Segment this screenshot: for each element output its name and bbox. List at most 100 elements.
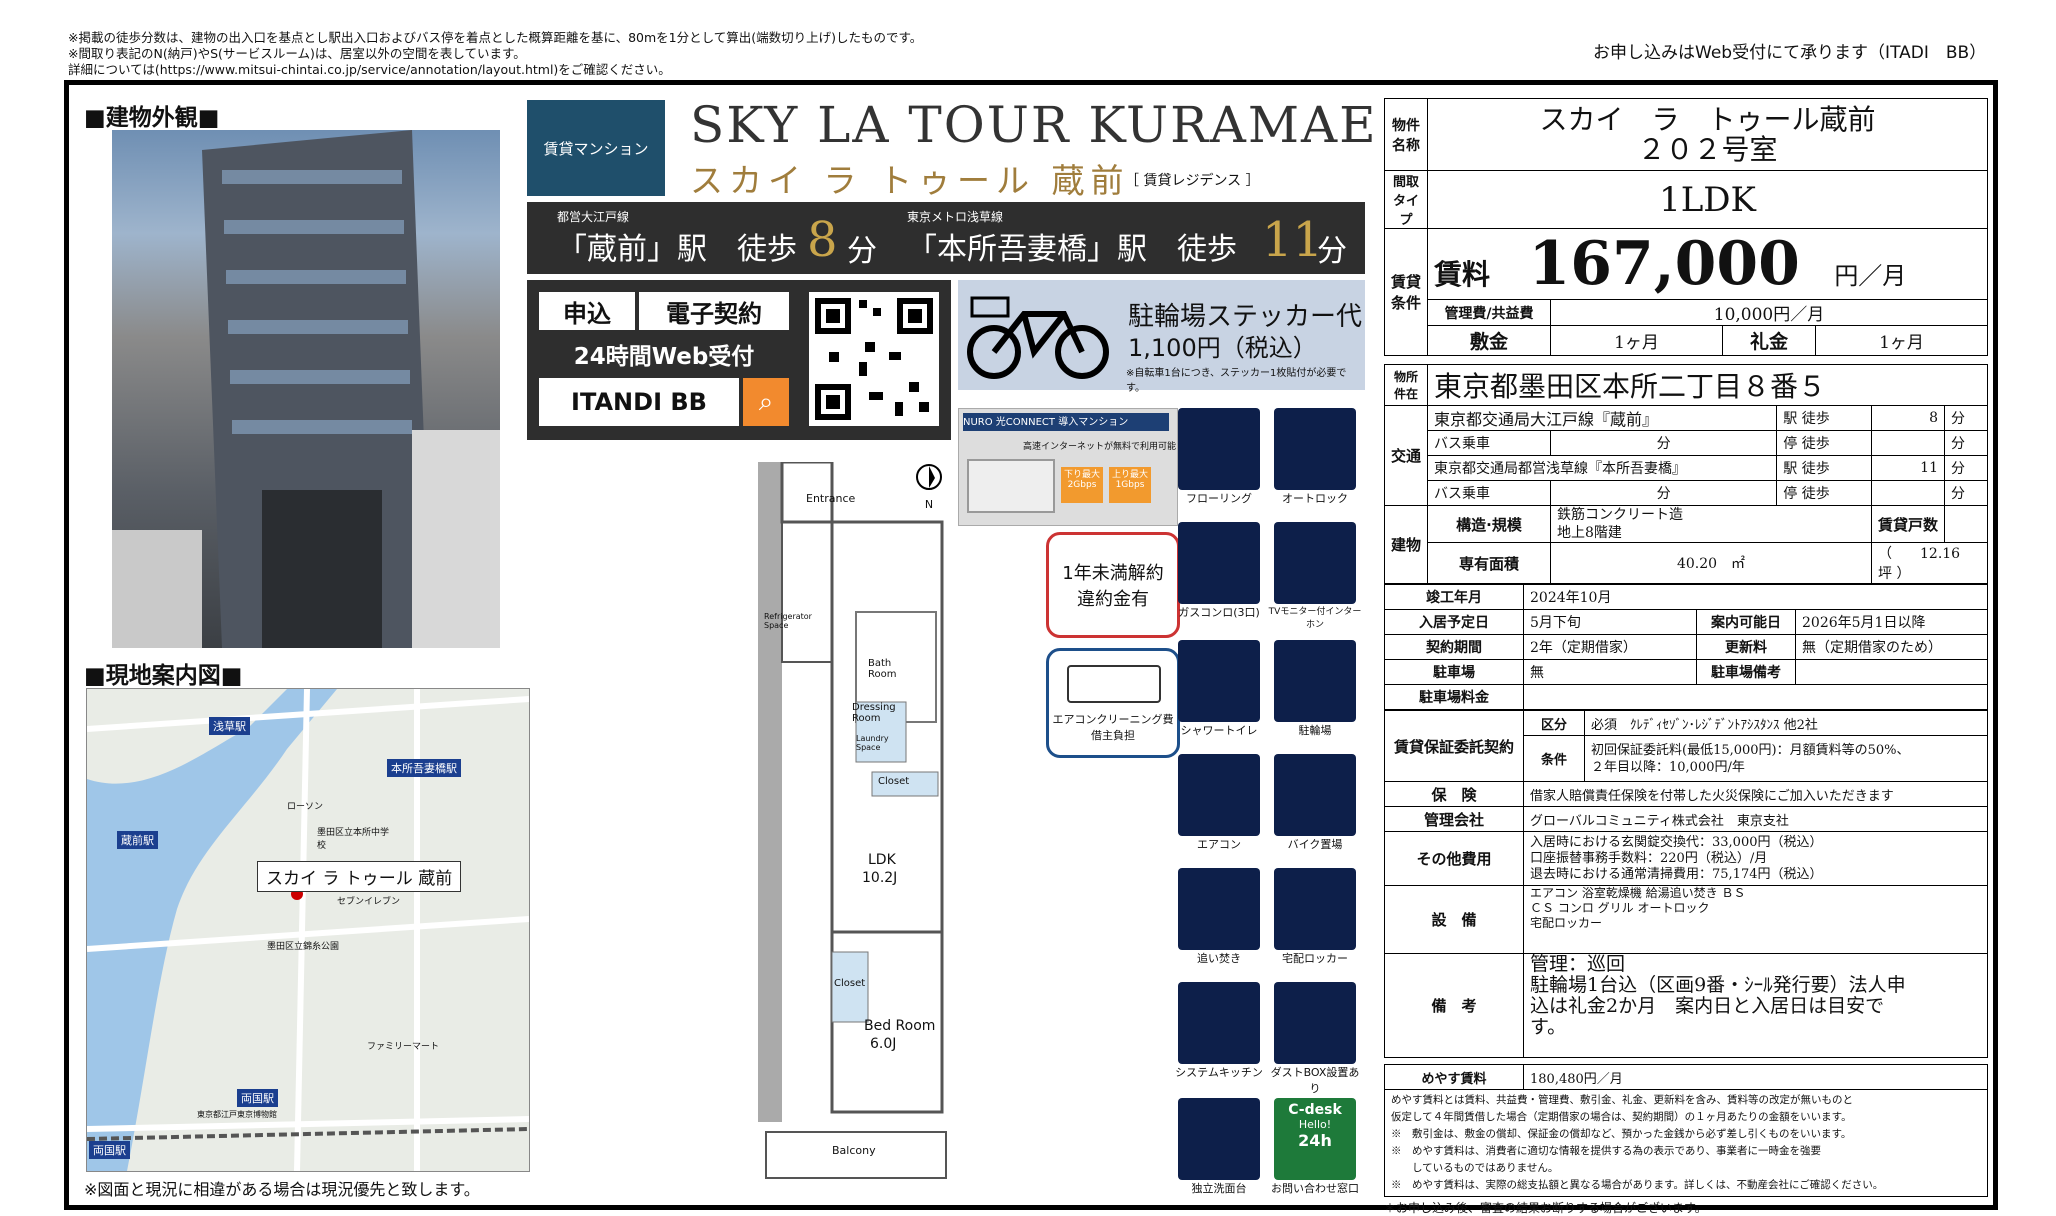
parking-note-label: 駐車場備考 bbox=[1696, 659, 1796, 685]
yasu-label: めやす賃料 bbox=[1384, 1064, 1524, 1090]
cdesk-hello: Hello! bbox=[1298, 1118, 1332, 1131]
manager-label: 管理会社 bbox=[1384, 806, 1524, 832]
exterior-heading: ■建物外観■ bbox=[84, 105, 220, 131]
nuro-title: NURO 光CONNECT 導入マンション bbox=[963, 413, 1169, 431]
equipment-3: 宅配ロッカー bbox=[1530, 916, 1603, 930]
type-label: 間取タイプ bbox=[1384, 170, 1428, 229]
feature-label: 独立洗面台 bbox=[1191, 1182, 1247, 1195]
deposit-label: 敷金 bbox=[1427, 325, 1551, 356]
map-station-ryogoku2: 両国駅 bbox=[89, 1141, 130, 1159]
aircon-icon bbox=[1067, 665, 1161, 703]
remarks-1: 管理：巡回 bbox=[1530, 953, 1626, 975]
map-lawson: ローソン bbox=[287, 802, 324, 812]
yasu-note: 仮定して４年間賃借した場合（定期借家の場合は、契約期間）の１ヶ月あたりの金額をい… bbox=[1391, 1111, 1852, 1123]
plan-fridge: Refrigerator Space bbox=[764, 612, 812, 630]
plan-closet2: Closet bbox=[834, 978, 866, 989]
rent-unit: 円／月 bbox=[1834, 262, 1907, 290]
floor-plan: Entrance Refrigerator Space Bath Room Dr… bbox=[756, 460, 950, 1182]
nuro-down: 下り最大 2Gbps bbox=[1061, 467, 1103, 503]
access-min2: 11 bbox=[1262, 212, 1324, 268]
map-station-asakusa: 浅草駅 bbox=[209, 717, 250, 735]
guarantee-kubun-label: 区分 bbox=[1523, 710, 1585, 736]
other-fees-cell: 入居時における玄関錠交換代：33,000円（税込） 口座振替事務手数料：220円… bbox=[1523, 831, 1988, 886]
bus-2-stop: 停 徒歩 bbox=[1776, 480, 1872, 506]
parking-fee-label: 駐車場料金 bbox=[1384, 684, 1524, 710]
other-fee-2: 口座振替事務手数料：220円（税込）/月 bbox=[1530, 850, 1768, 866]
plan-balcony: Balcony bbox=[832, 1144, 876, 1157]
remarks-3: 込は礼金2か月 案内日と入居日は目安で bbox=[1530, 995, 1885, 1017]
e-contract-button[interactable]: 電子契約 bbox=[639, 292, 789, 330]
access-line1: 「蔵前」駅 徒歩 bbox=[557, 232, 797, 267]
itandi-button[interactable]: ITANDI BB bbox=[539, 378, 739, 426]
brand-tag: 賃貸マンション bbox=[527, 100, 665, 196]
units-label: 賃貸戸数 bbox=[1871, 505, 1945, 543]
other-fees-label: その他費用 bbox=[1384, 831, 1524, 886]
feature-label: ガスコンロ(3口) bbox=[1178, 606, 1260, 619]
apply-button[interactable]: 申込 bbox=[539, 292, 635, 330]
yasu-note: めやす賃料とは賃料、共益費・管理費、敷引金、礼金、更新料を含み、賃料等の改定が無… bbox=[1391, 1094, 1853, 1106]
insurance-label: 保 険 bbox=[1384, 781, 1524, 807]
feature-label: 追い焚き bbox=[1197, 952, 1241, 965]
mgmt-fee: 10,000円／月 bbox=[1550, 299, 1988, 326]
bus-2-min: 分 bbox=[1549, 480, 1778, 506]
map-museum: 東京都江戸東京博物館 bbox=[197, 1110, 277, 1119]
equipment-2: ＣＳ コンロ グリル オートロック bbox=[1530, 901, 1710, 915]
info-table-yasu: めやす賃料 180,480円／月 めやす賃料とは賃料、共益費・管理費、敷引金、礼… bbox=[1384, 1064, 1988, 1197]
property-name: スカイ ラ トゥール蔵前 bbox=[1539, 102, 1876, 136]
info-table-guarantee: 賃貸保証委託契約 区分 必須 ｸﾚﾃﾞｨｾｿﾞﾝ･ﾚｼﾞﾃﾞﾝﾄｱｼｽﾀﾝｽ 他… bbox=[1384, 710, 1988, 1058]
guide-label: 案内可能日 bbox=[1696, 609, 1796, 635]
bike-note: ※自転車1台につき、ステッカー1枚貼付が必要です。 bbox=[1126, 368, 1347, 394]
feature-label: オートロック bbox=[1282, 492, 1348, 505]
feature-label: ダストBOX設置あり bbox=[1270, 1066, 1360, 1095]
qr-pattern bbox=[815, 298, 933, 420]
guarantee-cond-2: ２年目以降：10,000円/年 bbox=[1591, 759, 1745, 775]
access-line1-small: 都営大江戸線 bbox=[557, 210, 630, 224]
map-seven: セブンイレブン bbox=[337, 897, 401, 907]
bottom-note: ＊お申し込み後、審査の結果お断りする場合がございます。 bbox=[1384, 1201, 1707, 1215]
move-in-label: 入居予定日 bbox=[1384, 609, 1524, 635]
term-label: 契約期間 bbox=[1384, 634, 1524, 660]
flooring-icon bbox=[1178, 408, 1260, 490]
remarks-cell: 管理：巡回 駐輪場1台込（区画9番・ｼｰﾙ発行要）法人申 込は礼金2か月 案内日… bbox=[1523, 953, 1988, 1058]
insurance-value: 借家人賠償責任保険を付帯した火災保険にご加入いただきます bbox=[1523, 781, 1988, 807]
bike-price: 1,100円（税込） bbox=[1128, 334, 1317, 362]
bike-sticker-panel: 駐輪場ステッカー代 1,100円（税込） ※自転車1台につき、ステッカー1枚貼付… bbox=[958, 280, 1365, 394]
cdesk-icon: C-desk Hello! 24h bbox=[1274, 1098, 1356, 1180]
tsubo-value: （ 12.16 坪 ） bbox=[1871, 542, 1988, 584]
yasu-note: ※ 敷引金は、敷金の償却、保証金の償却など、預かった金銭から必ず差し引くものをい… bbox=[1391, 1128, 1852, 1140]
aircon-icon bbox=[1178, 754, 1260, 836]
building-photo bbox=[112, 130, 500, 648]
bicycle-icon bbox=[967, 296, 1109, 379]
qr-code-icon[interactable] bbox=[809, 292, 939, 426]
remarks-label: 備 考 bbox=[1384, 953, 1524, 1058]
gas-stove-icon bbox=[1178, 522, 1260, 604]
plan-bath: Bath Room bbox=[868, 658, 897, 680]
rent-label: 賃料 bbox=[1434, 258, 1491, 291]
map-park: 墨田区立錦糸公園 bbox=[267, 942, 340, 952]
yasu-notes: めやす賃料とは賃料、共益費・管理費、敷引金、礼金、更新料を含み、賃料等の改定が無… bbox=[1384, 1089, 1988, 1197]
cdesk-hours: 24h bbox=[1298, 1131, 1332, 1150]
info-table-contract: 竣工年月 2024年10月 入居予定日 5月下旬 案内可能日 2026年5月1日… bbox=[1384, 584, 1988, 710]
feature-label: シャワートイレ bbox=[1180, 724, 1258, 737]
guide-value: 2026年5月1日以降 bbox=[1795, 609, 1988, 635]
key-money-value: 1ヶ月 bbox=[1814, 325, 1989, 356]
deposit-value: 1ヶ月 bbox=[1550, 325, 1723, 356]
traffic-1-unit: 分 bbox=[1944, 405, 1988, 431]
note-line: 詳細については(https://www.mitsui-chintai.co.jp… bbox=[68, 62, 671, 77]
feature-label: システムキッチン bbox=[1175, 1066, 1263, 1079]
address-label: 物所件在 bbox=[1384, 364, 1428, 406]
traffic-2-station: 駅 徒歩 bbox=[1776, 455, 1872, 481]
area-map: 浅草駅 本所吾妻橋駅 蔵前駅 両国駅 両国駅 スカイ ラ トゥール 蔵前 墨田区… bbox=[86, 688, 530, 1172]
layout-type: 1LDK bbox=[1427, 170, 1988, 229]
feature-label: TVモニター付インターホン bbox=[1268, 607, 1362, 630]
guarantee-cond-label: 条件 bbox=[1523, 735, 1585, 782]
north-label: N bbox=[924, 498, 934, 511]
guarantee-cond-cell: 初回保証委託料(最低15,000円)：月額賃料等の50%、 ２年目以降：10,0… bbox=[1584, 735, 1988, 782]
bus-1-stop: 停 徒歩 bbox=[1776, 430, 1872, 456]
map-heading: ■現地案内図■ bbox=[84, 663, 243, 689]
rent-amount: 167,000 bbox=[1528, 229, 1800, 299]
feature-label: バイク置場 bbox=[1287, 838, 1343, 851]
area-value: 40.20 ㎡ bbox=[1550, 542, 1872, 584]
units-value bbox=[1944, 505, 1988, 543]
search-icon[interactable]: ⌕ bbox=[743, 378, 789, 426]
